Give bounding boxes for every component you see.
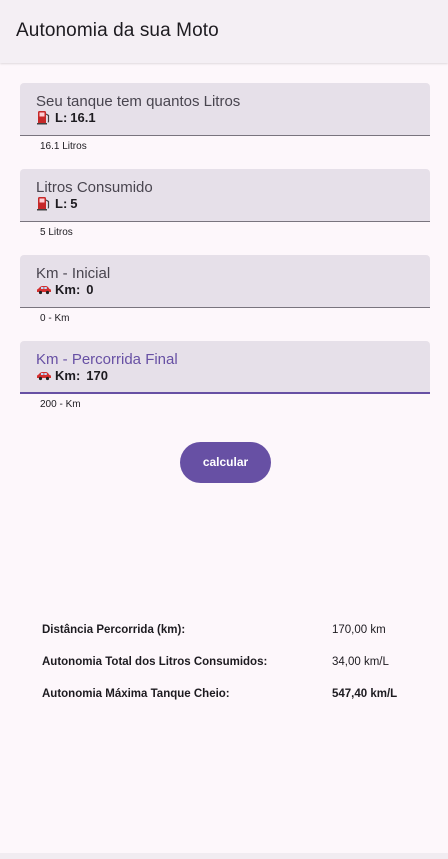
fuel-pump-icon bbox=[36, 195, 52, 211]
field-value-row: Km: 170 bbox=[36, 367, 108, 383]
liters-consumed-field[interactable]: Litros Consumido L: 5 bbox=[20, 169, 430, 222]
field-helper-text: 0 - Km bbox=[40, 313, 70, 324]
result-value: 170,00 km bbox=[332, 624, 386, 636]
result-distance-row: Distância Percorrida (km): 170,00 km bbox=[42, 624, 432, 640]
km-final-field[interactable]: Km - Percorrida Final Km: 170 bbox=[20, 341, 430, 394]
field-helper-text: 5 Litros bbox=[40, 227, 73, 238]
field-prefix: Km: bbox=[55, 281, 81, 297]
result-value: 34,00 km/L bbox=[332, 656, 389, 668]
field-label: Seu tanque tem quantos Litros bbox=[36, 93, 241, 110]
car-icon bbox=[36, 281, 52, 297]
result-label: Distância Percorrida (km): bbox=[42, 624, 186, 636]
field-prefix: Km: bbox=[55, 367, 81, 383]
km-initial-field[interactable]: Km - Inicial Km: 0 bbox=[20, 255, 430, 308]
field-label: Litros Consumido bbox=[36, 179, 153, 196]
field-prefix: L: bbox=[55, 195, 68, 211]
field-value-row: L: 16.1 bbox=[36, 109, 96, 125]
app-title: Autonomia da sua Moto bbox=[16, 20, 219, 41]
result-label: Autonomia Total dos Litros Consumidos: bbox=[42, 656, 268, 668]
bottom-edge bbox=[0, 853, 448, 859]
tank-liters-field[interactable]: Seu tanque tem quantos Litros L: 16.1 bbox=[20, 83, 430, 136]
app-bar: Autonomia da sua Moto bbox=[0, 0, 448, 63]
result-autonomy-max-row: Autonomia Máxima Tanque Cheio: 547,40 km… bbox=[42, 688, 432, 704]
result-autonomy-consumed-row: Autonomia Total dos Litros Consumidos: 3… bbox=[42, 656, 432, 672]
field-label: Km - Percorrida Final bbox=[36, 351, 178, 368]
field-value-row: L: 5 bbox=[36, 195, 78, 211]
car-icon bbox=[36, 367, 52, 383]
result-label: Autonomia Máxima Tanque Cheio: bbox=[42, 688, 230, 700]
result-value: 547,40 km/L bbox=[332, 688, 398, 700]
fuel-pump-icon bbox=[36, 109, 52, 125]
field-prefix: L: bbox=[55, 109, 68, 125]
field-helper-text: 200 - Km bbox=[40, 399, 81, 410]
field-label: Km - Inicial bbox=[36, 265, 111, 282]
field-helper-text: 16.1 Litros bbox=[40, 141, 87, 152]
calculate-button[interactable]: calcular bbox=[180, 442, 271, 483]
field-value: 5 bbox=[70, 195, 78, 211]
field-value: 16.1 bbox=[70, 109, 96, 125]
field-value-row: Km: 0 bbox=[36, 281, 94, 297]
field-value: 170 bbox=[86, 367, 108, 383]
field-value: 0 bbox=[86, 281, 94, 297]
